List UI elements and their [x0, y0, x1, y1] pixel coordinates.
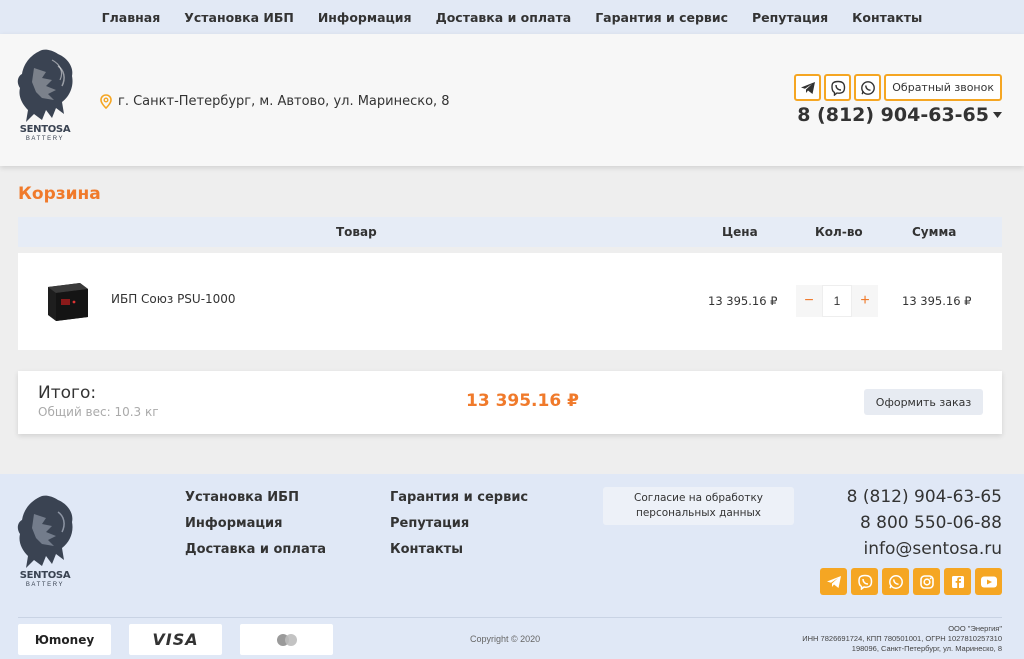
legal-company: ООО "Энергия" — [948, 624, 1002, 633]
whatsapp-button[interactable] — [854, 74, 882, 101]
footer-email[interactable]: info@sentosa.ru — [847, 539, 1002, 565]
telegram-icon — [800, 81, 815, 94]
whatsapp-icon — [888, 574, 903, 589]
lion-logo-icon — [17, 49, 73, 122]
footer-logo-brand: SENTOSA — [19, 570, 71, 581]
item-sum: 13 395.16 ₽ — [902, 294, 972, 308]
payment-yoomoney: Юmoney — [18, 624, 111, 655]
top-nav: Главная Установка ИБП Информация Доставк… — [0, 0, 1024, 34]
site-footer: SENTOSA BATTERY Установка ИБП Информация… — [0, 474, 1024, 659]
qty-increase-button[interactable]: + — [852, 285, 878, 317]
social-youtube[interactable] — [975, 568, 1002, 595]
quantity-stepper: − 1 + — [796, 285, 878, 317]
footer-logo[interactable]: SENTOSA BATTERY — [12, 494, 78, 598]
qty-value[interactable]: 1 — [822, 285, 852, 317]
footer-links-col2: Гарантия и сервис Репутация Контакты — [390, 490, 528, 561]
instagram-icon — [919, 574, 934, 589]
viber-icon — [857, 574, 872, 590]
logo-brand: SENTOSA — [19, 124, 71, 135]
cart-table-header: Товар Цена Кол-во Сумма — [18, 217, 1002, 247]
footer-contacts: 8 (812) 904-63-65 8 800 550-06-88 info@s… — [847, 487, 1002, 565]
col-price: Цена — [722, 225, 758, 239]
copyright: Copyright © 2020 — [470, 634, 541, 644]
footer-divider — [18, 617, 1002, 618]
nav-ups-install[interactable]: Установка ИБП — [172, 10, 306, 25]
legal-address: 198096, Санкт-Петербург, ул. Маринеско, … — [851, 643, 1002, 653]
social-instagram[interactable] — [913, 568, 940, 595]
col-qty: Кол-во — [815, 225, 863, 239]
youtube-icon — [980, 576, 997, 587]
address: г. Санкт-Петербург, м. Автово, ул. Марин… — [100, 92, 450, 110]
social-whatsapp[interactable] — [882, 568, 909, 595]
total-sum: 13 395.16 ₽ — [466, 391, 579, 411]
payment-mastercard — [240, 624, 333, 655]
social-links — [820, 568, 1002, 595]
cart-total-box: Итого: Общий вес: 10.3 кг 13 395.16 ₽ Оф… — [18, 371, 1002, 434]
mastercard-icon — [276, 633, 297, 646]
facebook-icon — [951, 575, 964, 588]
footer-phone-1[interactable]: 8 (812) 904-63-65 — [847, 487, 1002, 513]
location-pin-icon — [100, 93, 112, 109]
nav-home[interactable]: Главная — [90, 10, 173, 25]
telegram-button[interactable] — [794, 74, 822, 101]
social-facebook[interactable] — [944, 568, 971, 595]
whatsapp-icon — [860, 80, 875, 95]
product-image[interactable] — [44, 277, 90, 323]
yoomoney-logo-text: Юmoney — [34, 632, 95, 647]
footer-logo-brand-sub: BATTERY — [25, 582, 65, 588]
total-label: Итого: — [38, 383, 97, 403]
social-viber[interactable] — [851, 568, 878, 595]
site-logo[interactable]: SENTOSA BATTERY — [12, 48, 78, 152]
footer-phone-2[interactable]: 8 800 550-06-88 — [847, 513, 1002, 539]
social-telegram[interactable] — [820, 568, 847, 595]
logo-brand-sub: BATTERY — [25, 136, 65, 142]
footer-link-reputation[interactable]: Репутация — [390, 516, 528, 535]
nav-contacts[interactable]: Контакты — [840, 10, 934, 25]
consent-link[interactable]: Согласие на обработку персональных данны… — [603, 487, 794, 525]
legal-ids: ИНН 7826691724, КПП 780501001, ОГРН 1027… — [802, 633, 1002, 643]
nav-warranty[interactable]: Гарантия и сервис — [583, 10, 740, 25]
footer-link-ups-install[interactable]: Установка ИБП — [185, 490, 326, 509]
legal-info: ООО "Энергия" ИНН 7826691724, КПП 780501… — [802, 624, 1002, 653]
cart-item-row: ИБП Союз PSU-1000 13 395.16 ₽ − 1 + 13 3… — [18, 253, 1002, 350]
footer-link-delivery[interactable]: Доставка и оплата — [185, 542, 326, 561]
nav-reputation[interactable]: Репутация — [740, 10, 840, 25]
qty-decrease-button[interactable]: − — [796, 285, 822, 317]
checkout-button[interactable]: Оформить заказ — [864, 389, 983, 415]
address-text: г. Санкт-Петербург, м. Автово, ул. Марин… — [118, 93, 450, 109]
footer-link-warranty[interactable]: Гарантия и сервис — [390, 490, 528, 509]
nav-info[interactable]: Информация — [306, 10, 424, 25]
cart-title: Корзина — [18, 184, 101, 204]
site-header: SENTOSA BATTERY г. Санкт-Петербург, м. А… — [0, 34, 1024, 166]
payment-visa: VISA — [129, 624, 222, 655]
viber-icon — [831, 80, 845, 96]
footer-link-contacts[interactable]: Контакты — [390, 542, 528, 561]
header-phone[interactable]: 8 (812) 904-63-65 — [797, 104, 1002, 126]
caret-down-icon[interactable] — [993, 111, 1002, 119]
telegram-icon — [826, 575, 841, 588]
footer-links-col1: Установка ИБП Информация Доставка и опла… — [185, 490, 326, 561]
product-name[interactable]: ИБП Союз PSU-1000 — [111, 292, 236, 306]
callback-button[interactable]: Обратный звонок — [884, 74, 1002, 101]
viber-button[interactable] — [824, 74, 852, 101]
footer-link-info[interactable]: Информация — [185, 516, 326, 535]
visa-logo-text: VISA — [152, 630, 199, 649]
total-weight: Общий вес: 10.3 кг — [38, 405, 159, 419]
item-price: 13 395.16 ₽ — [708, 294, 778, 308]
nav-delivery[interactable]: Доставка и оплата — [424, 10, 584, 25]
header-phone-text: 8 (812) 904-63-65 — [797, 104, 989, 126]
contact-buttons: Обратный звонок — [794, 74, 1002, 101]
col-product: Товар — [336, 225, 377, 239]
lion-logo-icon — [17, 495, 73, 568]
col-sum: Сумма — [912, 225, 957, 239]
